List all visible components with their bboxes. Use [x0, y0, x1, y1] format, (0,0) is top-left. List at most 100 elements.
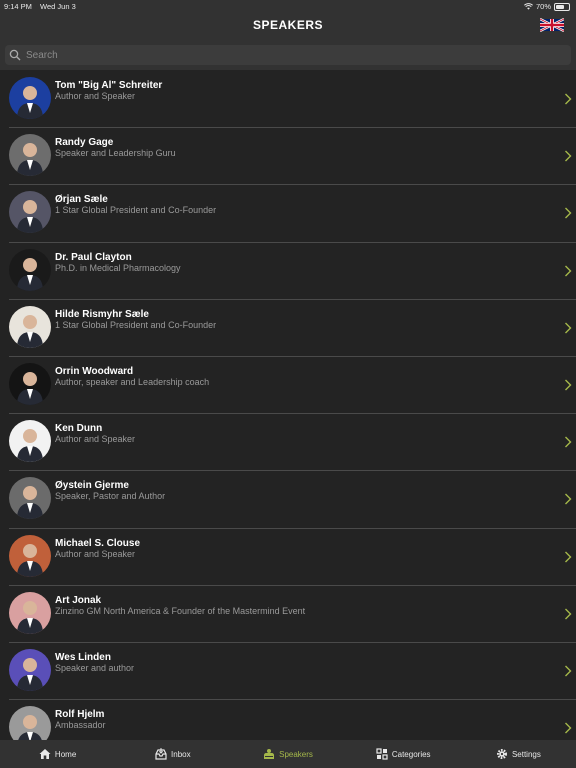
person-icon	[17, 543, 43, 577]
tab-settings[interactable]: Settings	[461, 740, 576, 768]
tab-label: Speakers	[279, 749, 313, 759]
speakers-icon	[264, 749, 275, 759]
speaker-title: Ph.D. in Medical Pharmacology	[55, 262, 181, 273]
chevron-right-icon	[565, 207, 572, 219]
chevron-right-icon	[565, 150, 572, 162]
person-icon	[17, 257, 43, 291]
status-bar: 9:14 PM Wed Jun 3 70%	[0, 0, 576, 12]
person-icon	[17, 657, 43, 691]
speaker-row[interactable]: Hilde Rismyhr Sæle 1 Star Global Preside…	[9, 300, 576, 357]
avatar	[9, 305, 51, 348]
chevron-right-icon	[565, 93, 572, 105]
speaker-list: Tom "Big Al" Schreiter Author and Speake…	[0, 71, 576, 740]
speaker-row[interactable]: Art Jonak Zinzino GM North America & Fou…	[9, 586, 576, 643]
chevron-right-icon	[565, 722, 572, 734]
avatar	[9, 534, 51, 577]
person-icon	[18, 715, 42, 740]
avatar	[9, 77, 51, 119]
home-icon	[39, 749, 51, 759]
chevron-right-icon	[565, 436, 572, 448]
chevron-right-icon	[565, 379, 572, 391]
tab-inbox[interactable]: Inbox	[115, 740, 230, 768]
speaker-name: Randy Gage	[55, 137, 114, 149]
status-right: 70%	[524, 2, 570, 11]
speaker-row[interactable]: Øystein Gjerme Speaker, Pastor and Autho…	[9, 471, 576, 529]
uk-flag-icon[interactable]	[540, 18, 564, 32]
speaker-name: Øystein Gjerme	[55, 480, 129, 492]
speaker-title: Ambassador	[55, 720, 106, 731]
avatar	[9, 248, 51, 291]
tab-home[interactable]: Home	[0, 740, 115, 768]
search-box[interactable]	[5, 45, 571, 65]
tab-bar: Home Inbox Speakers Categories Settings	[0, 740, 576, 768]
tab-label: Settings	[511, 749, 541, 759]
battery-percent: 70%	[535, 2, 551, 11]
speaker-name: Hilde Rismyhr Sæle	[55, 308, 149, 320]
nav-bar: SPEAKERS	[0, 12, 576, 40]
speaker-title: Speaker and author	[55, 662, 135, 673]
chevron-right-icon	[565, 493, 572, 505]
avatar	[9, 362, 51, 405]
search-bar	[0, 40, 576, 70]
person-icon	[17, 429, 43, 463]
person-icon	[17, 86, 43, 119]
speaker-name: Dr. Paul Clayton	[55, 251, 132, 263]
person-icon	[17, 371, 43, 405]
avatar	[9, 591, 51, 634]
categories-icon	[376, 748, 388, 760]
chevron-right-icon	[565, 265, 572, 277]
speaker-title: Author and Speaker	[55, 91, 136, 101]
tab-label: Categories	[391, 749, 431, 759]
status-date: Wed Jun 3	[40, 2, 76, 11]
speaker-title: Zinzino GM North America & Founder of th…	[55, 605, 306, 616]
speaker-title: 1 Star Global President and Co-Founder	[55, 319, 217, 330]
speaker-name: Michael S. Clouse	[55, 537, 141, 549]
chevron-right-icon	[565, 322, 572, 334]
settings-icon	[496, 749, 507, 759]
tab-categories[interactable]: Categories	[346, 740, 461, 768]
status-left: 9:14 PM Wed Jun 3	[4, 2, 82, 11]
chevron-right-icon	[565, 608, 572, 620]
speaker-row[interactable]: Ken Dunn Author and Speaker	[9, 414, 576, 472]
avatar	[9, 706, 51, 740]
speaker-title: 1 Star Global President and Co-Founder	[55, 205, 217, 216]
speaker-row[interactable]: Wes Linden Speaker and author	[9, 643, 576, 701]
status-time: 9:14 PM	[4, 2, 32, 11]
speaker-row[interactable]: Ørjan Sæle 1 Star Global President and C…	[9, 185, 576, 243]
avatar	[9, 134, 51, 177]
inbox-icon	[155, 748, 167, 760]
page-title: SPEAKERS	[252, 18, 324, 32]
speaker-row[interactable]: Tom "Big Al" Schreiter Author and Speake…	[9, 71, 576, 129]
tab-label: Home	[54, 749, 77, 759]
avatar	[9, 477, 51, 520]
avatar	[9, 420, 51, 463]
person-icon	[17, 314, 43, 348]
speaker-title: Author and Speaker	[55, 434, 136, 445]
search-icon	[9, 49, 21, 61]
battery-fill	[556, 4, 565, 9]
speaker-name: Tom "Big Al" Schreiter	[55, 80, 163, 91]
tab-speakers[interactable]: Speakers	[230, 740, 345, 768]
speaker-name: Ørjan Sæle	[55, 194, 108, 206]
battery-icon	[554, 2, 570, 11]
speaker-row[interactable]: Orrin Woodward Author, speaker and Leade…	[9, 357, 576, 415]
avatar	[9, 648, 51, 691]
chevron-right-icon	[565, 551, 572, 562]
speaker-title: Author and Speaker	[55, 548, 136, 559]
speaker-name: Ken Dunn	[55, 423, 103, 435]
speaker-row[interactable]: Randy Gage Speaker and Leadership Guru	[9, 128, 576, 186]
chevron-right-icon	[565, 665, 572, 677]
person-icon	[17, 600, 43, 634]
speaker-row[interactable]: Rolf Hjelm Ambassador	[9, 700, 576, 740]
person-icon	[17, 200, 43, 234]
speaker-title: Speaker, Pastor and Author	[55, 491, 166, 502]
person-icon	[17, 486, 43, 520]
speaker-name: Orrin Woodward	[55, 365, 134, 377]
speaker-row[interactable]: Dr. Paul Clayton Ph.D. in Medical Pharma…	[9, 243, 576, 300]
speaker-name: Rolf Hjelm	[55, 709, 105, 721]
speaker-title: Speaker and Leadership Guru	[55, 148, 176, 159]
person-icon	[17, 143, 43, 177]
speaker-name: Wes Linden	[55, 651, 111, 663]
search-input[interactable]	[24, 48, 571, 62]
speaker-row[interactable]: Michael S. Clouse Author and Speaker	[9, 529, 576, 586]
